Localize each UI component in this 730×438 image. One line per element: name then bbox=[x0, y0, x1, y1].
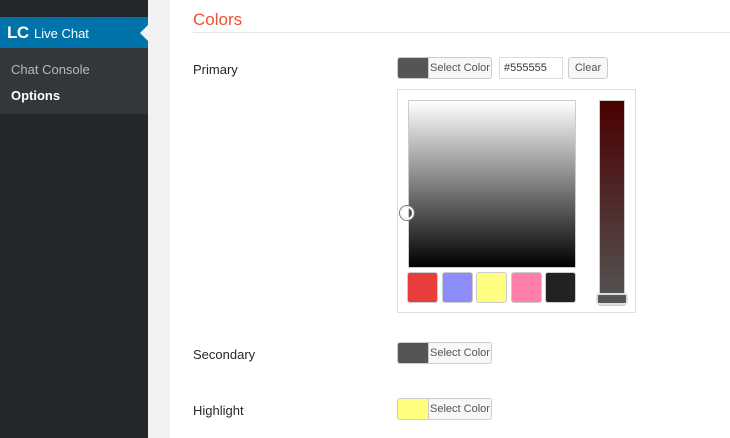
palette-swatch[interactable] bbox=[476, 272, 507, 303]
palette-swatch[interactable] bbox=[441, 272, 473, 303]
live-chat-logo-icon: LC bbox=[7, 23, 29, 42]
section-divider bbox=[193, 32, 730, 33]
palette-swatch[interactable] bbox=[510, 272, 542, 303]
primary-color-swatch bbox=[398, 58, 429, 78]
palette-swatch[interactable] bbox=[407, 272, 438, 303]
hue-slider-handle[interactable] bbox=[596, 293, 628, 305]
current-menu-arrow-icon bbox=[140, 25, 148, 41]
submenu-item-options[interactable]: Options bbox=[11, 88, 60, 103]
section-title-colors: Colors bbox=[193, 10, 243, 29]
sidebar-item-live-chat[interactable]: LC Live Chat bbox=[0, 17, 148, 48]
highlight-color-swatch bbox=[398, 399, 429, 419]
saturation-handle[interactable] bbox=[400, 206, 414, 220]
primary-hex-input[interactable] bbox=[499, 57, 563, 79]
secondary-select-color-button[interactable]: Select Color bbox=[397, 342, 492, 364]
submenu-item-chat-console[interactable]: Chat Console bbox=[11, 62, 90, 77]
primary-label: Primary bbox=[193, 62, 238, 77]
primary-clear-button[interactable]: Clear bbox=[568, 57, 608, 79]
highlight-label: Highlight bbox=[193, 403, 244, 418]
select-color-label: Select Color bbox=[430, 403, 490, 415]
hue-slider[interactable] bbox=[599, 100, 625, 306]
select-color-label: Select Color bbox=[430, 347, 490, 359]
secondary-label: Secondary bbox=[193, 347, 256, 362]
select-color-label: Select Color bbox=[430, 62, 490, 74]
sidebar-submenu: Chat Console Options bbox=[0, 48, 148, 114]
saturation-square[interactable] bbox=[408, 100, 576, 268]
primary-select-color-button[interactable]: Select Color bbox=[397, 57, 492, 79]
secondary-color-swatch bbox=[398, 343, 429, 363]
palette-swatch[interactable] bbox=[545, 272, 576, 303]
sidebar-item-label: Live Chat bbox=[34, 26, 89, 41]
highlight-select-color-button[interactable]: Select Color bbox=[397, 398, 492, 420]
